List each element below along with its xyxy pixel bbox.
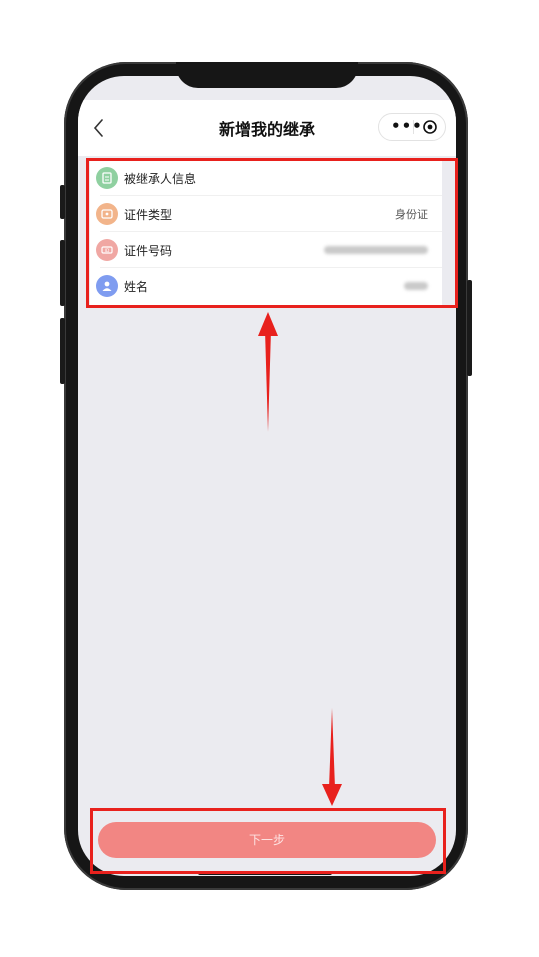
button-highlight-box	[90, 808, 446, 874]
phone-notch	[176, 62, 358, 88]
silent-switch	[60, 318, 65, 384]
close-target-icon[interactable]	[422, 119, 438, 135]
capsule-divider	[413, 120, 414, 134]
navigation-bar: 新增我的继承 •••	[78, 100, 456, 156]
power-button	[467, 280, 472, 376]
volume-down-button	[60, 240, 65, 306]
volume-up-button	[60, 185, 65, 219]
form-highlight-box	[86, 158, 458, 308]
more-options-icon[interactable]: •••	[391, 117, 423, 135]
mini-program-capsule: •••	[378, 113, 446, 141]
screenshot-stage: 新增我的继承 ••• 被继承人信息 证件类型 身份证 ID 证件号码 姓名 下一…	[0, 0, 539, 957]
